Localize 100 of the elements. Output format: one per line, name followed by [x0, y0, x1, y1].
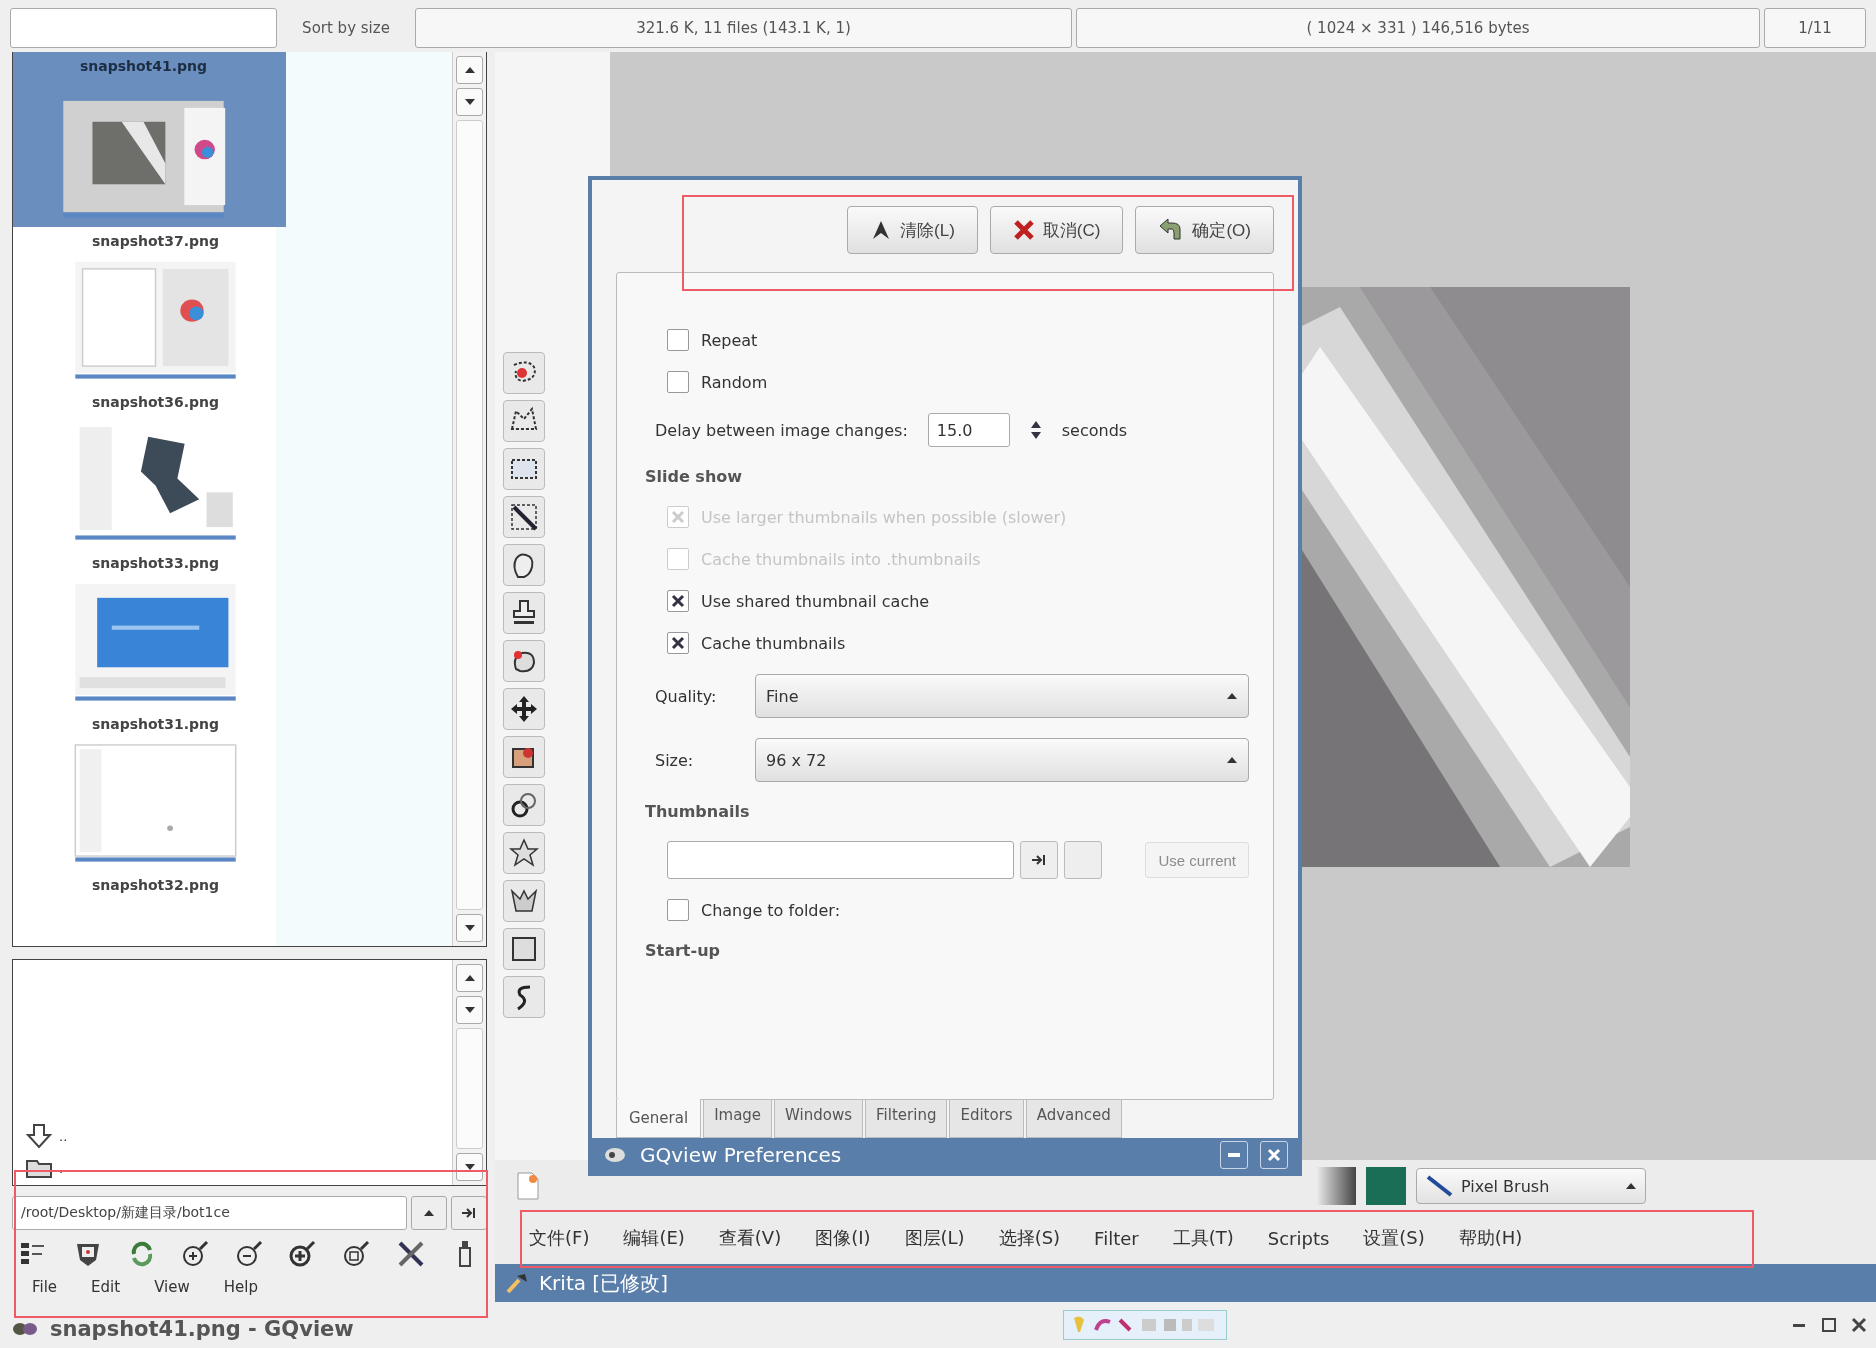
down-arrow-icon: [463, 1006, 476, 1014]
image-index: 1/11: [1764, 8, 1866, 48]
scrollbar-thumb[interactable]: [456, 120, 483, 910]
magic-wand-icon[interactable]: [503, 496, 545, 538]
unit-label: seconds: [1061, 420, 1128, 440]
history-button[interactable]: [411, 1196, 447, 1230]
thumbnail-item[interactable]: snapshot31.png: [13, 710, 298, 871]
menu-item[interactable]: 选择(S): [998, 1226, 1061, 1250]
caret-icon: [1226, 692, 1238, 700]
shape-icon[interactable]: [503, 880, 545, 922]
tab[interactable]: Editors: [949, 1100, 1024, 1138]
stamp-icon[interactable]: [503, 592, 545, 634]
brush-selector[interactable]: Pixel Brush: [1416, 1168, 1646, 1204]
cross-icon: [1012, 219, 1035, 241]
scroll-down-button[interactable]: [456, 88, 483, 116]
menu-item[interactable]: 图层(L): [904, 1226, 965, 1250]
scrollbar-thumb[interactable]: [456, 1028, 483, 1149]
transform-icon[interactable]: [503, 736, 545, 778]
minimize-button[interactable]: [1220, 1141, 1248, 1169]
field-label: Delay between image changes:: [655, 420, 908, 440]
dialog-button[interactable]: 清除(L): [847, 206, 978, 254]
menu-item[interactable]: 设置(S): [1363, 1226, 1425, 1250]
scroll-up-button[interactable]: [456, 56, 483, 84]
tab[interactable]: Advanced: [1025, 1100, 1122, 1138]
menu-item[interactable]: Filter: [1094, 1227, 1139, 1249]
menu-item[interactable]: 文件(F): [529, 1226, 590, 1250]
checkbox-label: Random: [701, 372, 768, 392]
dropdown[interactable]: 96 x 72: [755, 738, 1249, 782]
field-label: Size:: [655, 750, 695, 770]
down-arrow-icon: [463, 98, 476, 106]
move-icon[interactable]: [503, 688, 545, 730]
app-icon: [12, 1321, 38, 1337]
folder-name[interactable]: .: [59, 1160, 64, 1176]
path-field[interactable]: /root/Desktop/新建目录/bot1ce: [12, 1196, 407, 1230]
browse-button[interactable]: [1020, 841, 1058, 879]
caret-icon: [1226, 756, 1238, 764]
thumbnail-item[interactable]: snapshot36.png: [13, 388, 298, 549]
dialog-button[interactable]: 确定(O): [1135, 206, 1274, 254]
checkbox[interactable]: [667, 371, 689, 393]
close-icon: [1267, 1148, 1281, 1162]
polygon-select-icon[interactable]: [503, 400, 545, 442]
color-swatch[interactable]: [1366, 1167, 1406, 1205]
menu-item[interactable]: Edit: [91, 1278, 121, 1296]
app-icon: [505, 1272, 529, 1294]
folder-field[interactable]: [667, 841, 1014, 879]
close-button[interactable]: [1260, 1141, 1288, 1169]
thumbnail-item[interactable]: snapshot32.png: [13, 871, 298, 901]
sort-label[interactable]: Sort by size: [281, 8, 411, 48]
folder-name[interactable]: ..: [59, 1128, 68, 1144]
rectangle-select-icon[interactable]: [503, 448, 545, 490]
menu-item[interactable]: 图像(I): [815, 1226, 871, 1250]
cross-icon: [671, 636, 685, 650]
spin-field[interactable]: 15.0: [927, 413, 1010, 447]
arrow-right-icon: [1031, 854, 1047, 866]
menu-item[interactable]: View: [154, 1278, 190, 1296]
scroll-down-button[interactable]: [456, 914, 483, 942]
checkbox[interactable]: [667, 632, 689, 654]
brush-icon: [1425, 1174, 1455, 1198]
checkbox-label: Use shared thumbnail cache: [701, 591, 930, 611]
checkbox-label: Change to folder:: [701, 900, 841, 920]
checkbox[interactable]: [667, 899, 689, 921]
menu-item[interactable]: 编辑(E): [623, 1226, 685, 1250]
dropdown[interactable]: Fine: [755, 674, 1249, 718]
menu-item[interactable]: Help: [223, 1278, 258, 1296]
thumbnail-item[interactable]: snapshot33.png: [13, 549, 298, 710]
dialog-button[interactable]: 取消(C): [989, 206, 1124, 254]
menu-item[interactable]: File: [32, 1278, 58, 1296]
cross-icon: [671, 594, 685, 608]
field-label: Quality:: [655, 686, 718, 706]
taskbar-tray[interactable]: [1062, 1310, 1227, 1340]
tab[interactable]: Image: [703, 1100, 773, 1138]
window-title: snapshot41.png - GQview: [50, 1317, 354, 1341]
smudge-icon[interactable]: [503, 640, 545, 682]
lasso-icon[interactable]: [503, 352, 545, 394]
menu-item[interactable]: 帮助(H): [1458, 1226, 1523, 1250]
curve-icon[interactable]: [503, 976, 545, 1018]
search-field[interactable]: [10, 8, 277, 48]
checkbox[interactable]: [667, 590, 689, 612]
image-info: ( 1024 × 331 ) 146,516 bytes: [1076, 8, 1760, 48]
rings-icon[interactable]: [503, 784, 545, 826]
scroll-up-button[interactable]: [456, 964, 483, 992]
thumbnail-item[interactable]: snapshot37.png: [13, 227, 298, 388]
up-arrow-icon: [463, 66, 476, 74]
checkbox[interactable]: [667, 329, 689, 351]
tab[interactable]: General: [616, 1099, 702, 1138]
menu-item[interactable]: 工具(T): [1172, 1226, 1234, 1250]
rectangle-icon[interactable]: [503, 928, 545, 970]
caret-icon: [423, 1209, 435, 1217]
arrow-down-icon: [25, 1123, 53, 1149]
menu-item[interactable]: 查看(V): [718, 1226, 782, 1250]
go-button[interactable]: [451, 1196, 487, 1230]
menu-item[interactable]: Scripts: [1267, 1227, 1330, 1249]
gradient-swatch[interactable]: [1316, 1167, 1356, 1205]
down-arrow-icon: [463, 924, 476, 932]
hand-icon[interactable]: [503, 544, 545, 586]
scroll-down-button[interactable]: [456, 1153, 483, 1181]
tab[interactable]: Filtering: [865, 1100, 948, 1138]
thumbnail-item[interactable]: snapshot41.png: [13, 52, 286, 227]
scroll-down-button[interactable]: [456, 996, 483, 1024]
tab[interactable]: Windows: [774, 1100, 864, 1138]
